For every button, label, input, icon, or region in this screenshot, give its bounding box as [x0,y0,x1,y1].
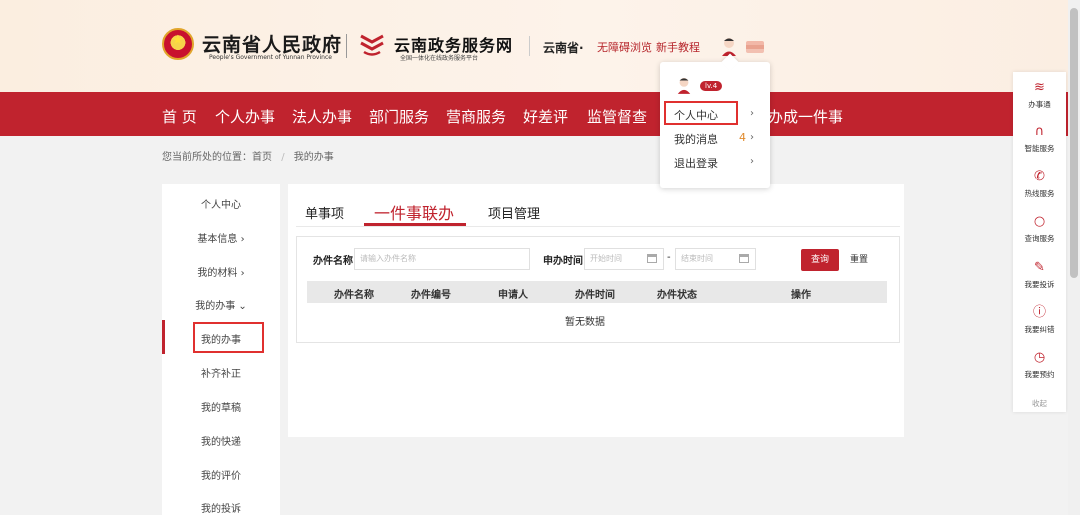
end-date-input[interactable]: 结束时间 [675,248,756,270]
nav-supervision[interactable]: 监管督查 [587,106,647,127]
header-divider [529,36,530,56]
dropdown-personal-center[interactable]: 个人中心 [674,107,718,123]
chevron-right-icon: › [750,156,754,167]
region-selector[interactable]: 云南省· [543,39,584,56]
edit-icon: ✎ [1034,260,1045,275]
col-actions: 操作 [791,290,811,301]
nav-home[interactable]: 首 页 [162,106,197,127]
tab-project[interactable]: 项目管理 [488,203,540,222]
breadcrumb-separator: / [281,152,285,163]
breadcrumb-prefix[interactable]: 您当前所处的位置：首页 [162,152,272,163]
menu-complaints[interactable]: 我的投诉 [162,500,280,515]
toolbar-label: 热线服务 [1024,189,1055,198]
breadcrumb-current: 我的办事 [293,152,334,163]
toolbar-label: 我要纠错 [1024,325,1055,334]
menu-reviews[interactable]: 我的评价 [162,467,280,482]
toolbar-label: 我要预约 [1024,370,1055,379]
table-header: 办件名称 办件编号 申请人 办件时间 办件状态 操作 [307,281,887,303]
menu-express[interactable]: 我的快递 [162,433,280,448]
menu-my-affairs-group[interactable]: 我的办事 ⌄ [162,297,280,312]
headset-icon: ∩ [1034,124,1045,139]
gov-subtitle: People's Government of Yunnan Province [209,54,332,61]
dropdown-messages[interactable]: 我的消息 [674,131,718,147]
reset-button[interactable]: 重置 [845,249,873,271]
user-dropdown: lv.4 个人中心 › 我的消息 4 › 退出登录 › [660,62,770,188]
start-date-input[interactable]: 开始时间 [584,248,664,270]
start-date-placeholder: 开始时间 [590,254,622,263]
nav-business[interactable]: 营商服务 [446,106,506,127]
toolbar-correction[interactable]: ⓘ 我要纠错 [1013,305,1066,335]
toolbar-collapse[interactable]: 收起 [1013,398,1066,409]
nav-department[interactable]: 部门服务 [369,106,429,127]
service-logo-icon: ≋ [1034,80,1045,95]
tab-single-item[interactable]: 单事项 [305,203,344,222]
nav-legal[interactable]: 法人办事 [292,106,352,127]
col-number: 办件编号 [411,290,451,301]
col-status: 办件状态 [657,290,697,301]
nav-one-thing[interactable]: 办成一件事 [768,106,843,127]
nav-rating[interactable]: 好差评 [523,106,568,127]
site-header: 云南省人民政府 People's Government of Yunnan Pr… [0,0,1080,92]
national-emblem-icon [162,28,194,60]
message-count-badge: 4 [739,131,746,144]
dropdown-logout[interactable]: 退出登录 [674,155,718,171]
main-nav: 首 页 个人办事 法人办事 部门服务 营商服务 好差评 监管督查 办成一件事 [0,92,1080,136]
tutorial-link[interactable]: 新手教程 [656,39,700,55]
menu-basic-info[interactable]: 基本信息 › [162,230,280,245]
left-menu: 个人中心 基本信息 › 我的材料 › 我的办事 ⌄ 我的办事 补齐补正 我的草稿… [162,184,280,515]
user-menu-icon[interactable] [746,41,764,53]
col-name: 办件名称 [334,290,374,301]
toolbar-appointment[interactable]: ◷ 我要预约 [1013,350,1066,380]
menu-my-materials[interactable]: 我的材料 › [162,264,280,279]
tab-divider [296,226,900,227]
level-badge: lv.4 [700,81,723,91]
toolbar-label: 办事通 [1028,100,1051,109]
accessible-browse-link[interactable]: 无障碍浏览 [597,39,652,55]
toolbar-service-app[interactable]: ≋ 办事通 [1013,80,1066,110]
nav-personal[interactable]: 个人办事 [215,106,275,127]
tab-one-thing[interactable]: 一件事联办 [374,200,454,224]
name-label: 办件名称 [313,256,353,267]
toolbar-query[interactable]: ○ 查询服务 [1013,214,1066,244]
time-label: 申办时间 [543,256,583,267]
filter-panel: 办件名称 请输入办件名称 申办时间 开始时间 - 结束时间 查询 重置 办件名称… [296,236,900,343]
service-logo-icon[interactable] [358,30,386,58]
menu-drafts[interactable]: 我的草稿 [162,399,280,414]
end-date-placeholder: 结束时间 [681,254,713,263]
empty-state: 暂无数据 [565,317,605,328]
name-input[interactable]: 请输入办件名称 [354,248,530,270]
toolbar-smart-service[interactable]: ∩ 智能服务 [1013,124,1066,154]
toolbar-complaint[interactable]: ✎ 我要投诉 [1013,260,1066,290]
header-divider [346,34,347,58]
gov-title[interactable]: 云南省人民政府 [202,30,342,57]
alert-icon: ⓘ [1032,305,1046,320]
calendar-icon[interactable] [647,254,657,263]
main-panel: 单事项 一件事联办 项目管理 办件名称 请输入办件名称 申办时间 开始时间 - … [288,184,904,437]
highlight-box [193,322,264,353]
breadcrumb: 您当前所处的位置：首页 / 我的办事 [162,148,334,163]
range-separator: - [667,252,671,263]
col-applicant: 申请人 [498,290,528,301]
query-button[interactable]: 查询 [801,249,839,271]
toolbar-hotline[interactable]: ✆ 热线服务 [1013,169,1066,199]
toolbar-label: 我要投诉 [1024,280,1055,289]
toolbar-label: 查询服务 [1024,234,1055,243]
chevron-right-icon: › [750,132,754,143]
phone-icon: ✆ [1034,169,1045,184]
scrollbar-thumb[interactable] [1070,8,1078,278]
col-time: 办件时间 [575,290,615,301]
service-subtitle: 全国一体化在线政务服务平台 [400,55,479,62]
calendar-icon[interactable] [739,254,749,263]
page-scrollbar[interactable] [1068,0,1080,515]
search-icon: ○ [1033,214,1046,229]
toolbar-label: 智能服务 [1024,144,1055,153]
clock-icon: ◷ [1033,350,1046,365]
menu-personal-center[interactable]: 个人中心 [162,196,280,211]
chevron-right-icon: › [750,108,754,119]
user-avatar-icon [677,77,691,94]
menu-supplement[interactable]: 补齐补正 [162,365,280,380]
right-toolbar: ≋ 办事通 ∩ 智能服务 ✆ 热线服务 ○ 查询服务 ✎ 我要投诉 ⓘ 我要纠错… [1013,72,1066,412]
